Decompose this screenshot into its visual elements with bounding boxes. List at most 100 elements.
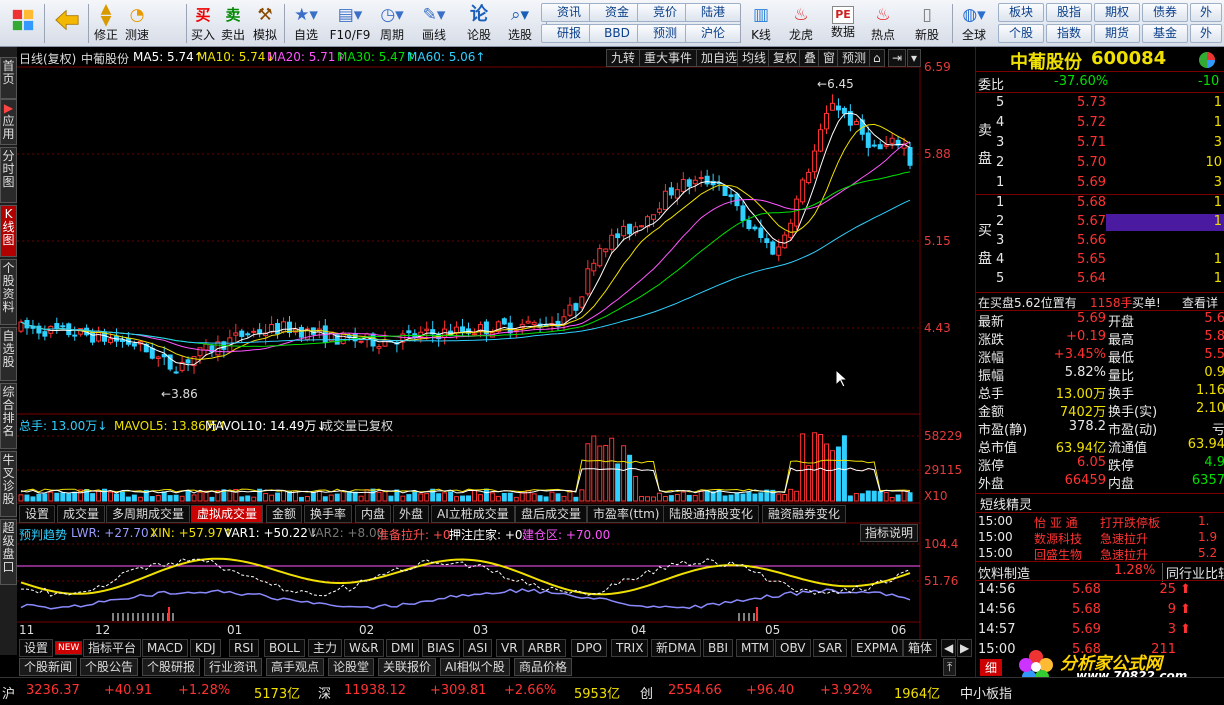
btab-expma[interactable]: EXPMA: [851, 639, 903, 657]
quick-shlon[interactable]: 沪伦: [685, 24, 741, 43]
quick-stock[interactable]: 个股: [998, 24, 1044, 43]
f10-button[interactable]: ▤▾ F10/F9: [328, 2, 372, 45]
speedtest-button[interactable]: ◔ 测速: [121, 2, 153, 45]
home-button[interactable]: [6, 2, 40, 45]
ind-tab-ai-volume[interactable]: AI立桩成交量: [431, 505, 515, 523]
btab-vr[interactable]: VR: [496, 639, 523, 657]
ind-tab-pe-ttm[interactable]: 市盈率(ttm): [587, 505, 666, 523]
btn-lock[interactable]: ⌂: [869, 49, 885, 67]
btab-obv[interactable]: OBV: [775, 639, 811, 657]
pie-chart-icon[interactable]: [1198, 51, 1216, 69]
tab-apps[interactable]: ▶ 应用: [0, 99, 17, 145]
ind-tab-virtual-volume[interactable]: 虚拟成交量: [191, 505, 264, 523]
modify-button[interactable]: ▲ ▼ 修正: [92, 2, 120, 45]
quick-index[interactable]: 指数: [1046, 24, 1092, 43]
info-tab-experts[interactable]: 高手观点: [266, 658, 325, 676]
ind-tab-turnover[interactable]: 换手率: [304, 505, 353, 523]
quick-options[interactable]: 期权: [1094, 3, 1140, 22]
btn-expand[interactable]: ⇥: [888, 49, 907, 67]
btab-boll[interactable]: BOLL: [264, 639, 305, 657]
btn-adjust[interactable]: 复权: [768, 49, 803, 67]
btab-main[interactable]: 主力: [308, 639, 343, 657]
kline-button[interactable]: ▥ K线: [744, 2, 778, 45]
btab-sar[interactable]: SAR: [813, 639, 848, 657]
info-tab-news[interactable]: 个股新闻: [19, 658, 78, 676]
sell-price[interactable]: 5.72: [1074, 115, 1106, 130]
btab-kdj[interactable]: KDJ: [190, 639, 221, 657]
hot-button[interactable]: ♨ 热点: [866, 2, 900, 45]
sell-button[interactable]: 卖 卖出: [219, 2, 247, 45]
sell-price[interactable]: 5.69: [1074, 175, 1106, 190]
simulate-button[interactable]: ⚒ 模拟: [250, 2, 280, 45]
dragon-button[interactable]: ♨ 龙虎: [784, 2, 818, 45]
tab-home[interactable]: 首页: [0, 57, 17, 99]
ind-tab-amount[interactable]: 金额: [266, 505, 303, 523]
info-tab-related[interactable]: 关联报价: [378, 658, 437, 676]
watchlist-button[interactable]: ★▾ 自选: [288, 2, 324, 45]
scroll-top-button[interactable]: ⤒: [943, 658, 957, 676]
btn-forecast[interactable]: 预测: [837, 49, 872, 67]
btn-ma-lines[interactable]: 均线: [737, 49, 772, 67]
ind-tab-settings[interactable]: 设置: [19, 505, 56, 523]
btn-major-events[interactable]: 重大事件: [639, 49, 698, 67]
btn-jiuzhuan[interactable]: 九转: [606, 49, 641, 67]
sell-price[interactable]: 5.71: [1074, 135, 1106, 150]
tab-watchlist[interactable]: 自选股: [0, 327, 17, 381]
btab-prev[interactable]: ◀: [941, 639, 957, 657]
tab-profile[interactable]: 个股资料: [0, 259, 17, 325]
sell-price[interactable]: 5.70: [1074, 155, 1106, 170]
info-tab-ai-similar[interactable]: AI相似个股: [440, 658, 510, 676]
buy-button[interactable]: 买 买入: [189, 2, 217, 45]
info-tab-research[interactable]: 个股研报: [142, 658, 201, 676]
btab-rsi[interactable]: RSI: [229, 639, 259, 657]
ipo-button[interactable]: ▯ 新股: [910, 2, 944, 45]
btab-dpo[interactable]: DPO: [571, 639, 607, 657]
btab-bbi[interactable]: BBI: [703, 639, 734, 657]
btab-trix[interactable]: TRIX: [611, 639, 649, 657]
forum-button[interactable]: 论 论股: [464, 2, 494, 45]
tab-superorder[interactable]: 超级盘口: [0, 519, 17, 585]
btab-indicator-platform[interactable]: 指标平台: [83, 639, 142, 657]
ind-tab-after-volume[interactable]: 盘后成交量: [515, 505, 588, 523]
btab-box[interactable]: 箱体: [903, 639, 938, 657]
btab-dmi[interactable]: DMI: [386, 639, 420, 657]
info-tab-commodity[interactable]: 商品价格: [514, 658, 573, 676]
back-button[interactable]: [50, 2, 84, 45]
btn-dropdown[interactable]: ▾: [907, 49, 922, 67]
info-tab-forum[interactable]: 论股堂: [328, 658, 375, 676]
quick-stockindex[interactable]: 股指: [1046, 3, 1092, 22]
btab-settings[interactable]: 设置: [19, 639, 54, 657]
quick-hk[interactable]: 陆港: [685, 3, 741, 22]
ind-tab-multi-volume[interactable]: 多周期成交量: [106, 505, 191, 523]
data-button[interactable]: PE 数据: [826, 2, 860, 45]
quick-futures[interactable]: 期货: [1094, 24, 1140, 43]
btab-wr[interactable]: W&R: [344, 639, 384, 657]
quick-funds[interactable]: 基金: [1142, 24, 1188, 43]
pick-button[interactable]: ⌕▾ 选股: [502, 2, 538, 45]
ind-tab-connect[interactable]: 陆股通持股变化: [663, 505, 760, 523]
buy-price[interactable]: 5.68: [1074, 195, 1106, 210]
tab-diagnose[interactable]: 牛叉诊股: [0, 451, 17, 517]
chart-area[interactable]: 日线(复权) 中葡股份 MA5: 5.74↑ MA10: 5.74↓ MA20:…: [17, 47, 973, 639]
info-tab-announcements[interactable]: 个股公告: [80, 658, 139, 676]
tab-timeshare[interactable]: 分时图: [0, 147, 17, 203]
btn-add-watch[interactable]: 加自选: [696, 49, 743, 67]
btab-bias[interactable]: BIAS: [422, 639, 460, 657]
btab-mtm[interactable]: MTM: [736, 639, 775, 657]
tab-ranking[interactable]: 综合排名: [0, 383, 17, 449]
quick-bonds[interactable]: 债券: [1142, 3, 1188, 22]
global-button[interactable]: ◍▾ 全球: [954, 2, 994, 45]
bigorder-more-link[interactable]: 查看详: [1182, 294, 1218, 311]
btab-macd[interactable]: MACD: [142, 639, 188, 657]
btab-next[interactable]: ▶: [957, 639, 973, 657]
ind-tab-inner[interactable]: 内盘: [355, 505, 392, 523]
sell-price[interactable]: 5.73: [1074, 95, 1106, 110]
btab-newdma[interactable]: 新DMA: [651, 639, 701, 657]
indicator-help-button[interactable]: 指标说明: [860, 524, 919, 542]
quick-forex[interactable]: 外: [1190, 3, 1222, 22]
sprite-stock[interactable]: 怡 亚 通: [1034, 514, 1078, 531]
quick-sector[interactable]: 板块: [998, 3, 1044, 22]
tab-kline[interactable]: K线图: [0, 205, 17, 257]
btab-asi[interactable]: ASI: [463, 639, 493, 657]
ind-tab-margin[interactable]: 融资融券变化: [762, 505, 847, 523]
